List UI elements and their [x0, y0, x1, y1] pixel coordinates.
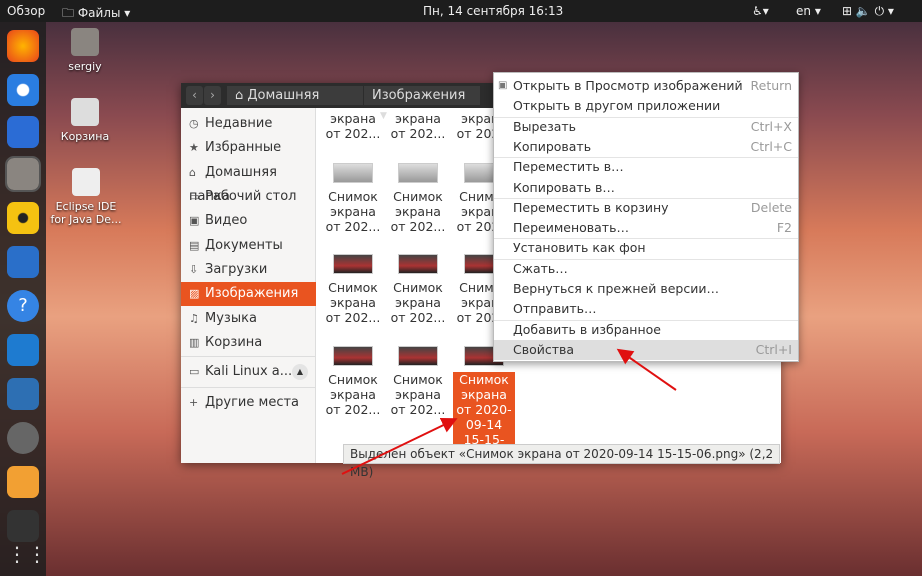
arrow-to-selected-file — [341, 418, 458, 475]
annotation-arrows — [341, 348, 677, 475]
arrow-to-properties — [616, 348, 677, 391]
